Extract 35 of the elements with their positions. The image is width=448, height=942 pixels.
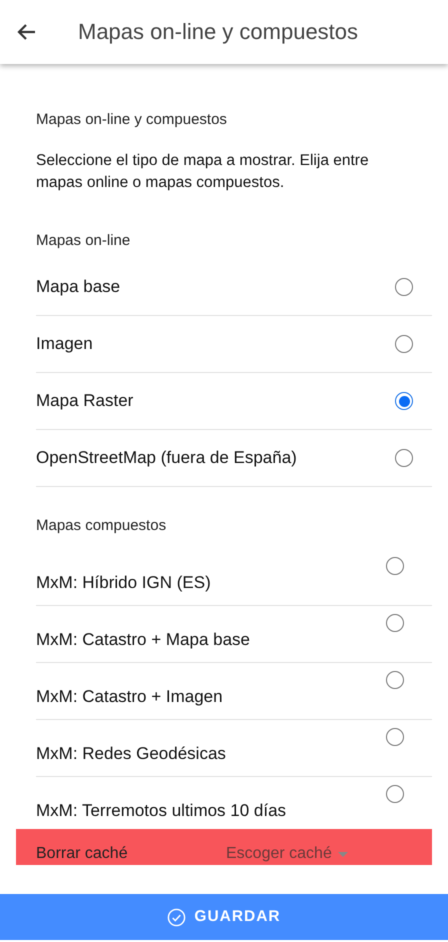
group-heading: Mapas on-line	[36, 232, 132, 251]
screen-title: Mapas on-line y compuestos	[78, 19, 358, 45]
radio-button[interactable]	[386, 614, 404, 632]
map-option[interactable]: Imagen	[36, 316, 432, 373]
radio-button[interactable]	[386, 557, 404, 575]
radio-button[interactable]	[386, 785, 404, 803]
option-label: Imagen	[36, 334, 93, 354]
option-label: MxM: Terremotos ultimos 10 días	[36, 801, 286, 821]
option-label: Mapa base	[36, 277, 120, 297]
option-label: MxM: Híbrido IGN (ES)	[36, 573, 211, 593]
option-label: Mapa Raster	[36, 391, 134, 411]
check-circle-icon	[167, 908, 186, 926]
option-label: MxM: Redes Geodésicas	[36, 744, 226, 764]
map-option[interactable]: MxM: Catastro + Imagen	[36, 663, 432, 720]
caret-icon	[338, 852, 348, 856]
radio-button[interactable]	[386, 671, 404, 689]
option-label: MxM: Catastro + Mapa base	[36, 630, 250, 650]
map-option[interactable]: MxM: Catastro + Mapa base	[36, 606, 432, 663]
section-title: Mapas on-line y compuestos	[36, 111, 228, 128]
option-label: MxM: Catastro + Imagen	[36, 687, 223, 707]
map-option[interactable]: OpenStreetMap (fuera de España)	[36, 430, 432, 487]
map-option[interactable]: MxM: Híbrido IGN (ES)	[36, 549, 432, 606]
cache-label: Borrar caché	[36, 845, 129, 863]
option-label: OpenStreetMap (fuera de España)	[36, 448, 297, 468]
radio-button[interactable]	[395, 392, 413, 410]
map-option[interactable]: Mapa Raster	[36, 373, 432, 430]
map-option[interactable]: MxM: Terremotos ultimos 10 días	[36, 777, 432, 823]
radio-button[interactable]	[395, 278, 413, 296]
group-heading: Mapas compuestos	[36, 517, 168, 536]
radio-button[interactable]	[395, 335, 413, 353]
radio-button[interactable]	[395, 449, 413, 467]
radio-button[interactable]	[386, 728, 404, 746]
description-text: Seleccione el tipo de mapa a mostrar. Elija entre mapas online o mapas compuestos.	[36, 151, 370, 193]
map-option[interactable]: Mapa base	[36, 259, 432, 316]
map-option[interactable]: MxM: Redes Geodésicas	[36, 720, 432, 777]
